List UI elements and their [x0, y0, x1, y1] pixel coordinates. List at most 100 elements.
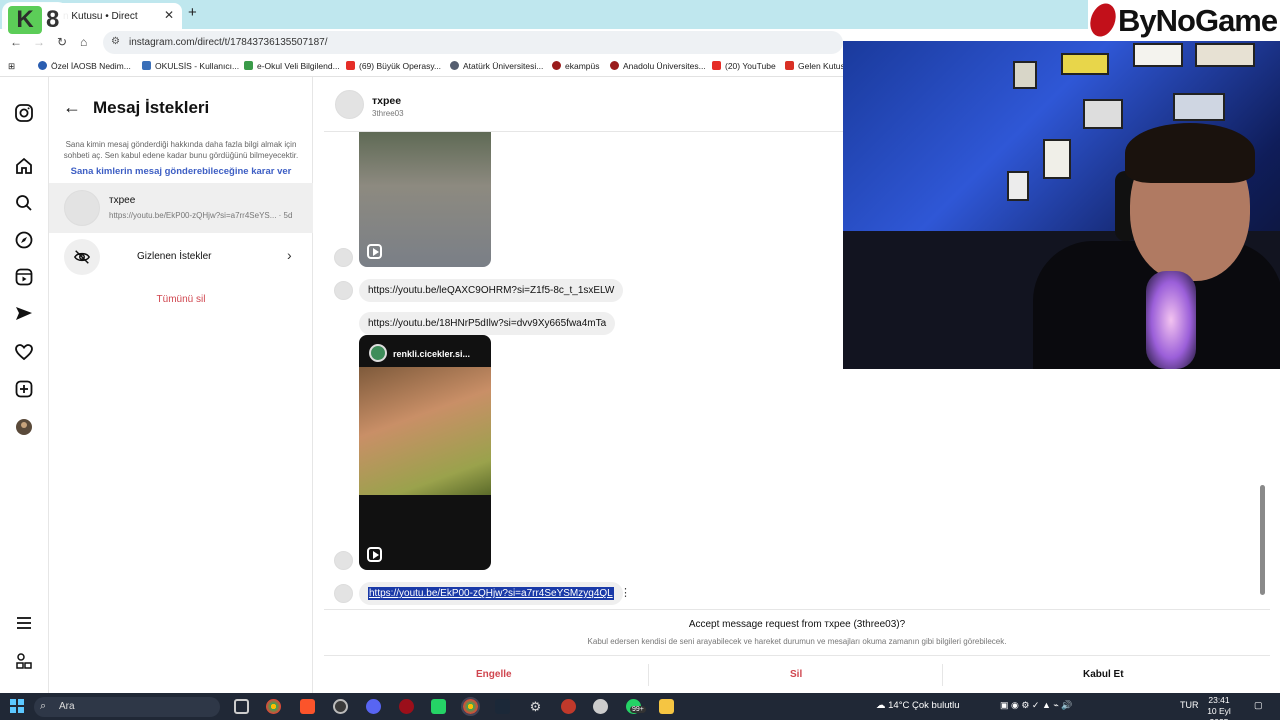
avatar[interactable]: [335, 90, 364, 119]
task-view-icon[interactable]: [234, 699, 249, 714]
bynogame-logo-mark: [1085, 0, 1121, 41]
more-options-icon[interactable]: ⋮: [620, 586, 631, 599]
steam-icon[interactable]: [495, 699, 510, 714]
explore-icon[interactable]: [14, 230, 34, 250]
windows-taskbar: ⌕ Ara ⚙ 99+ ☁ 14°C Çok bulutlu ▣ ◉ ⚙ ✓ ▲…: [0, 693, 1280, 720]
clock-time: 23:41: [1208, 695, 1230, 705]
tray-icons[interactable]: ▣ ◉ ⚙ ✓ ▲ ⌁ 🔊: [1000, 700, 1073, 711]
bookmark-favicon: [552, 61, 561, 70]
instagram-logo-icon[interactable]: [14, 103, 34, 123]
bookmark-0[interactable]: Özel İAOSB Nedim...: [38, 61, 131, 71]
gmail-icon: [785, 61, 794, 70]
create-icon[interactable]: [14, 379, 34, 399]
avatar: [64, 190, 100, 226]
url-text: instagram.com/direct/t/17843736135507187…: [129, 37, 328, 48]
reel-thumbnail: [359, 367, 491, 495]
who-can-message-link[interactable]: Sana kimlerin mesaj gönderebileceğine ka…: [49, 166, 313, 177]
taskbar-clock[interactable]: 23:41 10 Eyl 2025: [1198, 695, 1240, 720]
opera-icon[interactable]: [399, 699, 414, 714]
reels-icon[interactable]: [14, 267, 34, 287]
microphone: [1146, 271, 1196, 369]
discord-icon[interactable]: [366, 699, 381, 714]
request-preview: https://youtu.be/EkP00-zQHjw?si=a7rr4SeY…: [109, 211, 293, 220]
wall-poster: [1007, 171, 1029, 201]
bynogame-logo: ByNoGame: [1085, 0, 1280, 41]
instagram-nav-rail: [0, 77, 49, 693]
bookmark-1[interactable]: OKULSİS - Kullanıcı...: [142, 61, 239, 71]
message-bubble[interactable]: https://youtu.be/18HNrP5dIlw?si=dvv9Xy66…: [359, 312, 616, 335]
windows-start-icon[interactable]: [10, 699, 24, 713]
heart-icon[interactable]: [14, 342, 34, 362]
bookmark-7[interactable]: (20) YouTube: [712, 61, 776, 71]
bookmark-4[interactable]: Atatürk Üniversitesi...: [450, 61, 543, 71]
messages-icon[interactable]: [14, 304, 34, 324]
accept-request-info: Kabul edersen kendisi de seni arayabilec…: [587, 637, 1007, 646]
bynogame-logo-text: ByNoGame: [1118, 3, 1278, 38]
search-icon[interactable]: [14, 193, 34, 213]
settings-icon[interactable]: ⚙: [528, 699, 543, 714]
block-button[interactable]: Engelle: [476, 669, 512, 680]
profile-avatar-icon[interactable]: [14, 417, 34, 437]
delete-button[interactable]: Sil: [790, 669, 802, 680]
bookmark-2[interactable]: e-Okul Veli Bilgilend...: [244, 61, 340, 71]
wall-poster: [1173, 93, 1225, 121]
scrollbar[interactable]: [1260, 485, 1265, 595]
message-link[interactable]: https://youtu.be/18HNrP5dIlw?si=dvv9Xy66…: [368, 318, 606, 329]
app-icon[interactable]: [333, 699, 348, 714]
delete-all-button[interactable]: Tümünü sil: [49, 294, 313, 305]
message-link[interactable]: https://youtu.be/leQAXC9OHRM?si=Z1f5-8c_…: [368, 285, 614, 296]
bookmark-favicon: [244, 61, 253, 70]
bookmark-3[interactable]: (69) Büyük Operasy...: [346, 61, 441, 71]
chrome-icon[interactable]: [461, 697, 480, 716]
hidden-requests-row[interactable]: Gizlenen İstekler ›: [49, 237, 313, 277]
taskbar-search-label: Ara: [59, 701, 75, 712]
page-title: Mesaj İstekleri: [93, 98, 210, 117]
chevron-right-icon: ›: [287, 247, 292, 263]
bookmark-6[interactable]: Anadolu Üniversites...: [610, 61, 706, 71]
wall-poster: [1133, 43, 1183, 67]
chat-contact-username: 3three03: [372, 109, 404, 118]
address-bar[interactable]: ⚙ instagram.com/direct/t/178437361355071…: [103, 31, 843, 54]
requests-info-text: Sana kimin mesaj gönderdiği hakkında dah…: [63, 140, 299, 160]
taskbar-search[interactable]: ⌕ Ara: [34, 697, 220, 717]
bookmark-8[interactable]: Gelen Kutusu: [785, 61, 850, 71]
k8-badge-letter: K: [8, 6, 42, 34]
message-bubble[interactable]: https://youtu.be/EkP00-zQHjw?si=a7rr4SeY…: [359, 582, 623, 605]
message-link-selected[interactable]: https://youtu.be/EkP00-zQHjw?si=a7rr4SeY…: [368, 587, 614, 600]
message-bubble[interactable]: https://youtu.be/leQAXC9OHRM?si=Z1f5-8c_…: [359, 279, 624, 302]
back-arrow-icon[interactable]: ←: [63, 97, 81, 118]
input-language[interactable]: TUR: [1180, 700, 1199, 710]
k8-badge: K 8: [2, 2, 68, 38]
app-icon[interactable]: [431, 699, 446, 714]
app-icon[interactable]: [593, 699, 608, 714]
brave-icon[interactable]: [300, 699, 315, 714]
chat-contact-name[interactable]: тxpee: [372, 95, 401, 107]
home-icon[interactable]: [14, 156, 34, 176]
clock-date: 10 Eyl 2025: [1207, 706, 1231, 720]
app-icon[interactable]: [561, 699, 576, 714]
more-apps-icon[interactable]: [14, 651, 34, 671]
menu-icon[interactable]: [14, 613, 34, 633]
accept-button[interactable]: Kabul Et: [1083, 669, 1124, 680]
bookmark-label: e-Okul Veli Bilgilend...: [257, 61, 340, 71]
reels-icon: [367, 547, 382, 562]
bookmark-favicon: [142, 61, 151, 70]
reel-attachment[interactable]: [359, 132, 491, 267]
weather-widget[interactable]: ☁ 14°C Çok bulutlu: [876, 700, 960, 711]
request-list-item[interactable]: тxpee https://youtu.be/EkP00-zQHjw?si=a7…: [49, 183, 313, 233]
reel-attachment[interactable]: renkli.cicekler.si...: [359, 335, 491, 570]
bookmark-5[interactable]: ekampüs: [552, 61, 600, 71]
tab-title: n Kutusu • Direct: [63, 11, 138, 22]
close-tab-icon[interactable]: ✕: [164, 8, 174, 22]
new-tab-icon[interactable]: +: [188, 4, 197, 21]
notifications-icon[interactable]: ▢: [1254, 700, 1263, 711]
webcam-overlay: [843, 41, 1280, 369]
home-icon[interactable]: ⌂: [80, 35, 87, 49]
site-info-icon[interactable]: ⚙: [111, 36, 120, 47]
reel-account-name: renkli.cicekler.si...: [393, 349, 471, 359]
hidden-requests-label: Gizlenen İstekler: [137, 251, 212, 262]
chrome-icon[interactable]: [266, 699, 281, 714]
file-explorer-icon[interactable]: [659, 699, 674, 714]
reels-icon: [367, 244, 382, 259]
apps-grid-icon[interactable]: ⊞: [8, 61, 15, 72]
